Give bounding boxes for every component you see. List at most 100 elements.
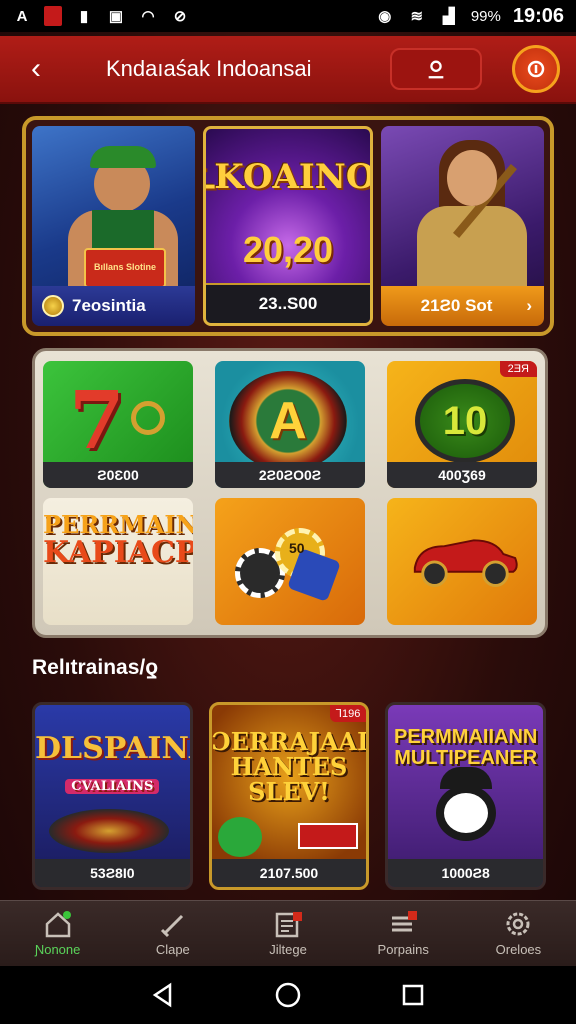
game-card-3-title-1: PERMMAIIANN bbox=[394, 726, 538, 748]
slot-sign: Bıllans Slotine bbox=[84, 248, 166, 288]
tile-label: 400Ʒ69 bbox=[387, 462, 537, 488]
wifi-icon: ◠ bbox=[141, 8, 155, 25]
game-card-1-label: 53Ƨ8I0 bbox=[35, 859, 190, 887]
nav-jiltege[interactable]: Jiltege bbox=[230, 901, 345, 966]
menu-icon bbox=[392, 911, 418, 932]
wifi-signal-icon: ≋ bbox=[410, 8, 424, 25]
chevron-left-icon: ‹ bbox=[31, 52, 41, 85]
promo-text: PERRMAINA KAPIACP bbox=[43, 512, 193, 569]
promo-line-1: PERRMAINA bbox=[43, 510, 193, 539]
nav-oreloes[interactable]: Oreloes bbox=[461, 901, 576, 966]
triangle-back-icon bbox=[152, 982, 171, 1008]
ten-coin-icon: 10 bbox=[415, 379, 515, 463]
ticket-icon bbox=[297, 823, 358, 849]
bag-icon: ▮ bbox=[79, 8, 89, 25]
bottom-nav: Ɲonone Clape Jiltege Porpains Oreloes bbox=[0, 900, 576, 966]
image-icon: ▣ bbox=[108, 8, 124, 25]
featured-title: ꝈKOAINOƍ bbox=[203, 157, 373, 197]
profile-button[interactable] bbox=[390, 48, 482, 90]
square-recents-icon bbox=[403, 984, 424, 1006]
rewards-button[interactable] bbox=[512, 45, 560, 93]
game-card-3-title: PERMMAIIANN MULTIPEANER bbox=[388, 727, 543, 769]
chip-value: 50 bbox=[289, 540, 305, 556]
game-tile-lucky-seven[interactable]: 7 Ƨ0Ɛ00 bbox=[43, 361, 193, 488]
status-right: ◉ ≋ ▟ 99% 19:06 bbox=[375, 5, 564, 28]
game-card-2-title-1: ƆERRАJAAIG bbox=[211, 727, 369, 756]
game-card-3-title-2: MULTIPEANER bbox=[394, 747, 538, 769]
chevron-right-icon[interactable]: › bbox=[526, 296, 532, 316]
ball-icon bbox=[217, 817, 262, 857]
car-icon bbox=[413, 539, 518, 588]
featured-game-3[interactable]: 21Ƨ0 Sot › bbox=[380, 126, 544, 326]
game-card-2-title: ƆERRАJAAIG HANTES SLEV! bbox=[212, 729, 367, 805]
promo-line-2: KAPIACP bbox=[43, 535, 193, 571]
game-card-2-title-2: HANTES bbox=[230, 752, 348, 782]
game-card-3-label: 1000Ƨ8 bbox=[388, 859, 544, 887]
circle-home-icon bbox=[275, 982, 301, 1008]
status-bar: A ▮ ▣ ◠ ⊘ ◉ ≋ ▟ 99% 19:06 bbox=[0, 0, 576, 32]
recommended-row: DLSPAINA CVALIAINS 53Ƨ8I0 Ꞁ196 ƆERRАJAAI… bbox=[32, 702, 547, 890]
game-card-1-title: DLSPAINA CVALIAINS bbox=[35, 733, 190, 796]
featured-game-1[interactable]: Bıllans Slotine 7eosintiа bbox=[32, 126, 196, 326]
featured-game-3-bar: 21Ƨ0 Sot › bbox=[380, 286, 544, 326]
nav-clape-label: Clape bbox=[155, 942, 190, 957]
poker-chips-icon: 50 bbox=[235, 518, 355, 608]
seven-icon: 7 bbox=[69, 373, 125, 467]
settings-icon bbox=[506, 912, 530, 936]
system-home-button[interactable] bbox=[268, 975, 308, 1015]
featured-game-3-label: 21Ƨ0 Sot bbox=[420, 296, 493, 315]
list-icon bbox=[275, 912, 302, 938]
game-tile-promo[interactable]: PERRMAINA KAPIACP bbox=[43, 498, 193, 625]
system-back-button[interactable] bbox=[143, 975, 183, 1015]
featured-game-1-label: 7eosintiа bbox=[72, 296, 146, 315]
nav-home-label: Ɲonone bbox=[34, 942, 81, 957]
game-card-1[interactable]: DLSPAINA CVALIAINS 53Ƨ8I0 bbox=[32, 702, 193, 890]
game-grid: 7 Ƨ0Ɛ00 A 2Ƨ0ƧO0Ƨ 2ƎЯ 10 400Ʒ69 PERRMAIN… bbox=[32, 348, 548, 638]
character-face bbox=[446, 150, 497, 206]
battery-percent: 99% bbox=[470, 7, 501, 25]
nav-porpains[interactable]: Porpains bbox=[346, 901, 461, 966]
game-card-2-title-3: SLEV! bbox=[248, 777, 330, 807]
app-header: ‹ Kndaıaśak Indoansai bbox=[0, 36, 576, 104]
game-tile-ten[interactable]: 2ƎЯ 10 400Ʒ69 bbox=[387, 361, 537, 488]
game-card-3[interactable]: PERMMAIIANN MULTIPEANER 1000Ƨ8 bbox=[385, 702, 547, 890]
featured-banner: Bıllans Slotine 7eosintiа ꝈKOAINOƍ 20,20… bbox=[22, 116, 554, 336]
character-hat bbox=[90, 146, 156, 168]
game-card-1-title-text: DLSPAINA bbox=[35, 731, 190, 766]
system-recents-button[interactable] bbox=[393, 975, 433, 1015]
coin-icon bbox=[527, 60, 545, 78]
tile-label: 2Ƨ0ƧO0Ƨ bbox=[215, 462, 365, 488]
game-card-2[interactable]: Ꞁ196 ƆERRАJAAIG HANTES SLEV! 2107.500 bbox=[208, 702, 370, 890]
game-card-1-subtitle: CVALIAINS bbox=[65, 778, 160, 795]
alarm-icon: ◉ bbox=[378, 8, 392, 25]
user-icon bbox=[428, 60, 444, 79]
game-tile-roulette[interactable]: A 2Ƨ0ƧO0Ƨ bbox=[215, 361, 365, 488]
panda-icon bbox=[436, 785, 497, 841]
featured-game-1-bar: 7eosintiа bbox=[32, 286, 196, 326]
cell-signal-icon: ▟ bbox=[443, 8, 455, 25]
nav-home[interactable]: Ɲonone bbox=[0, 901, 115, 966]
nav-clape[interactable]: Clape bbox=[115, 901, 230, 966]
coin-icon bbox=[42, 295, 64, 317]
roulette-wheel-icon: A bbox=[229, 371, 347, 471]
roulette-letter: A bbox=[269, 392, 307, 450]
status-left: A ▮ ▣ ◠ ⊘ bbox=[12, 6, 190, 26]
tile-label: Ƨ0Ɛ00 bbox=[43, 462, 193, 488]
clock: 19:06 bbox=[512, 4, 564, 27]
game-tile-car[interactable] bbox=[387, 498, 537, 625]
featured-game-2[interactable]: ꝈKOAINOƍ 20,20 23..S00 bbox=[203, 126, 373, 326]
system-nav-bar bbox=[0, 966, 576, 1024]
game-tile-chips[interactable]: 50 bbox=[215, 498, 365, 625]
no-signal-icon: ⊘ bbox=[173, 8, 187, 25]
featured-game-2-label: 23..S00 bbox=[258, 294, 318, 313]
hat-icon bbox=[440, 767, 493, 789]
tile-badge: 2ƎЯ bbox=[499, 361, 537, 377]
app-notification-icon bbox=[44, 6, 62, 26]
back-button[interactable]: ‹ bbox=[16, 49, 56, 89]
section-title: Relıtrainas/ƍ bbox=[32, 656, 158, 679]
featured-number: 20,20 bbox=[242, 229, 334, 270]
sword-icon bbox=[160, 914, 183, 938]
roulette-table-icon bbox=[49, 809, 169, 853]
game-card-2-badge: Ꞁ196 bbox=[329, 705, 367, 722]
magnifier-icon bbox=[131, 401, 165, 435]
